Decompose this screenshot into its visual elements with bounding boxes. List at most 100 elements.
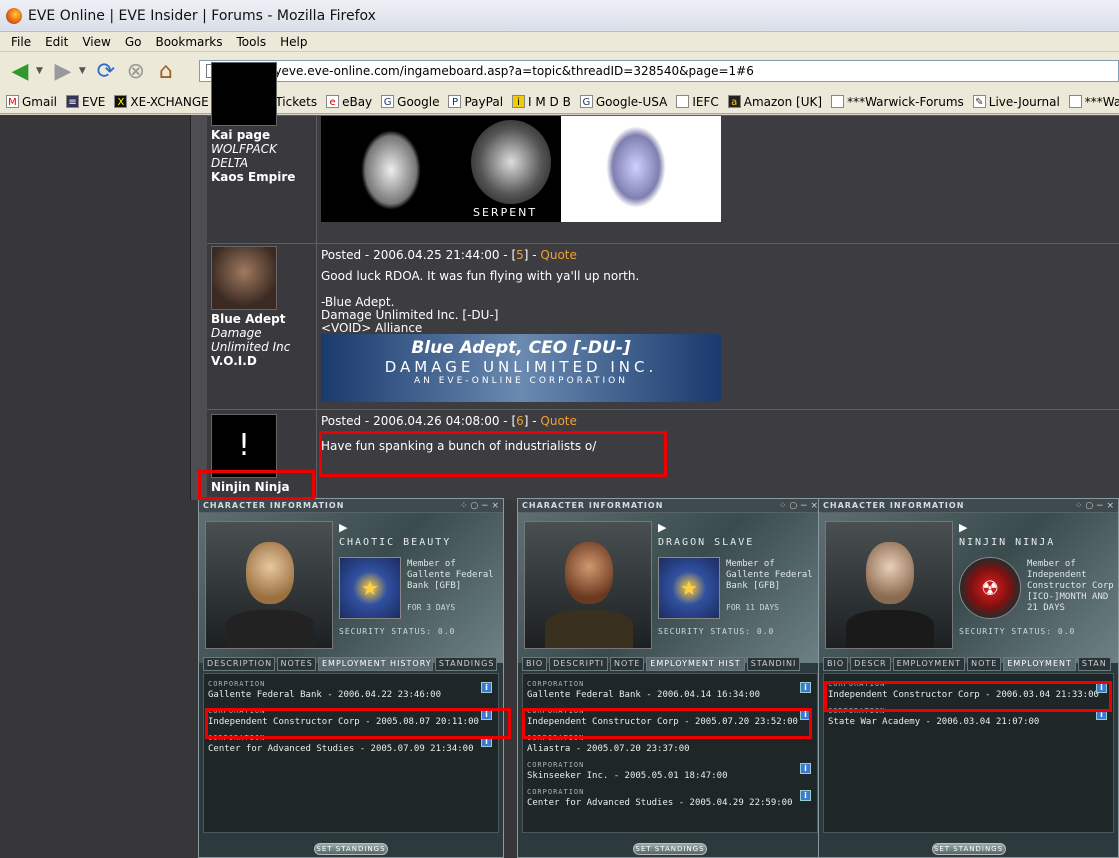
list-item[interactable]: CORPORATION Independent Constructor Corp …: [208, 707, 494, 733]
tab-employment-history[interactable]: EMPLOYMENT HISTORY: [317, 657, 433, 671]
tab-standings[interactable]: STAN: [1077, 657, 1111, 671]
post-corp[interactable]: WOLFPACK DELTA: [211, 142, 316, 170]
character-portrait[interactable]: [205, 521, 333, 649]
forward-dropdown-icon[interactable]: ▼: [79, 66, 86, 76]
menu-help[interactable]: Help: [280, 35, 307, 49]
window-controls[interactable]: ⁘ ○ − ×: [779, 501, 818, 511]
bookmark-eve[interactable]: ≡ EVE: [66, 95, 105, 109]
post-line: Good luck RDOA. It was fun flying with y…: [321, 269, 640, 283]
list-item[interactable]: CORPORATION State War Academy - 2006.03.0…: [828, 707, 1109, 733]
info-icon[interactable]: i: [481, 709, 492, 720]
set-standings-button[interactable]: SET STANDINGS: [633, 843, 707, 855]
menu-tools[interactable]: Tools: [237, 35, 267, 49]
menu-go[interactable]: Go: [125, 35, 142, 49]
menu-file[interactable]: File: [11, 35, 31, 49]
bookmark-warwick-forums[interactable]: ***Warwick-Forums: [831, 95, 964, 109]
list-item[interactable]: CORPORATION Center for Advanced Studies -…: [527, 788, 813, 814]
list-item[interactable]: CORPORATION Gallente Federal Bank - 2006.…: [208, 680, 494, 706]
info-icon[interactable]: i: [800, 682, 811, 693]
url-bar[interactable]: http://myeve.eve-online.com/ingameboard.…: [199, 60, 1119, 82]
list-item[interactable]: CORPORATION Independent Constructor Corp …: [527, 707, 813, 733]
signature-banner: SERPENT: [321, 116, 721, 222]
set-standings-button[interactable]: SET STANDINGS: [314, 843, 388, 855]
window-controls[interactable]: ⁘ ○ − ×: [460, 501, 499, 511]
info-icon[interactable]: i: [481, 736, 492, 747]
post-alliance[interactable]: Kaos Empire: [211, 170, 316, 184]
post-corp[interactable]: Damage Unlimited Inc: [211, 326, 316, 354]
gmail-icon: M: [6, 95, 19, 108]
post-number-link[interactable]: 6: [516, 414, 524, 428]
corp-logo-icon[interactable]: ★: [658, 557, 720, 619]
forum-post: ! Ninjin Ninja Posted - 2006.04.26 04:08…: [207, 409, 1119, 500]
character-name: NINJIN NINJA: [959, 537, 1056, 548]
reload-icon[interactable]: ⟳: [92, 57, 120, 85]
set-standings-button[interactable]: SET STANDINGS: [931, 843, 1006, 855]
post-number-link[interactable]: 5: [516, 248, 524, 262]
menu-bookmarks[interactable]: Bookmarks: [155, 35, 222, 49]
post-username[interactable]: Kai page: [211, 128, 316, 142]
corp-logo-icon[interactable]: ★: [339, 557, 401, 619]
list-item[interactable]: CORPORATION Center for Advanced Studies -…: [208, 734, 494, 760]
bookmark-ebay[interactable]: e eBay: [326, 95, 372, 109]
tab-notes[interactable]: NOTES: [276, 657, 316, 671]
bookmark-google-usa[interactable]: G Google-USA: [579, 95, 667, 109]
tab-employment[interactable]: EMPLOYMENT: [892, 657, 966, 671]
bookmark-xe[interactable]: X XE-XCHANGE: [114, 95, 209, 109]
window-controls[interactable]: ⁘ ○ − ×: [1075, 501, 1114, 511]
tab-employment-history[interactable]: EMPLOYMENT HIST: [646, 657, 745, 671]
info-icon[interactable]: i: [1096, 682, 1107, 693]
firefox-icon: [6, 7, 22, 24]
character-portrait[interactable]: [524, 521, 652, 649]
character-portrait[interactable]: [825, 521, 953, 649]
google-icon: G: [579, 95, 593, 108]
tab-description[interactable]: DESCRIPTI: [549, 657, 609, 671]
employment-history-list: CORPORATION Independent Constructor Corp …: [823, 673, 1114, 833]
list-item[interactable]: CORPORATION Gallente Federal Bank - 2006.…: [527, 680, 813, 706]
tab-standings[interactable]: STANDINGS: [434, 657, 497, 671]
play-arrow-icon[interactable]: ▶: [658, 521, 666, 534]
info-icon[interactable]: i: [481, 682, 492, 693]
info-icon[interactable]: i: [1096, 709, 1107, 720]
quote-link[interactable]: Quote: [540, 414, 576, 428]
list-item[interactable]: CORPORATION Aliastra - 2005.07.20 23:37:0…: [527, 734, 813, 760]
back-dropdown-icon[interactable]: ▼: [36, 66, 43, 76]
list-item[interactable]: CORPORATION Independent Constructor Corp …: [828, 680, 1109, 706]
avatar[interactable]: [211, 246, 277, 310]
home-icon[interactable]: ⌂: [152, 57, 180, 85]
avatar[interactable]: !: [211, 414, 277, 478]
info-icon[interactable]: i: [800, 763, 811, 774]
post-alliance[interactable]: V.O.I.D: [211, 354, 316, 368]
info-icon[interactable]: i: [800, 790, 811, 801]
post-username[interactable]: Blue Adept: [211, 312, 316, 326]
tab-notes[interactable]: NOTE: [610, 657, 645, 671]
play-arrow-icon[interactable]: ▶: [959, 521, 967, 534]
tab-description[interactable]: DESCR: [850, 657, 891, 671]
tab-description[interactable]: DESCRIPTION: [203, 657, 275, 671]
forward-arrow-icon[interactable]: ▶: [49, 57, 77, 85]
corp-logo-icon[interactable]: ☢: [959, 557, 1021, 619]
tab-bio[interactable]: BIO: [823, 657, 849, 671]
post-username[interactable]: Ninjin Ninja: [211, 480, 290, 494]
quote-link[interactable]: Quote: [540, 248, 576, 262]
bookmark-imdb[interactable]: iI M D B: [512, 95, 571, 109]
back-arrow-icon[interactable]: ◀: [6, 57, 34, 85]
stop-icon[interactable]: ⊗: [122, 57, 150, 85]
menu-edit[interactable]: Edit: [45, 35, 68, 49]
bookmark-amazon[interactable]: a Amazon [UK]: [727, 95, 822, 109]
menu-view[interactable]: View: [82, 35, 110, 49]
bookmark-warwick-library[interactable]: ***Warwick: Library: [1068, 95, 1119, 109]
dragon-graphic: [361, 130, 421, 210]
list-item[interactable]: CORPORATION Skinseeker Inc. - 2005.05.01 …: [527, 761, 813, 787]
bookmark-gmail[interactable]: M Gmail: [6, 95, 57, 109]
info-icon[interactable]: i: [800, 709, 811, 720]
tab-employment-history[interactable]: EMPLOYMENT: [1003, 657, 1076, 671]
bookmark-iefc[interactable]: IEFC: [676, 95, 719, 109]
play-arrow-icon[interactable]: ▶: [339, 521, 347, 534]
bookmark-paypal[interactable]: P PayPal: [448, 95, 503, 109]
tab-bio[interactable]: BIO: [522, 657, 548, 671]
bookmark-live-journal[interactable]: ✎ Live-Journal: [972, 95, 1060, 109]
bookmark-google[interactable]: G Google: [381, 95, 439, 109]
tab-notes[interactable]: NOTE: [967, 657, 1002, 671]
avatar[interactable]: [211, 62, 277, 126]
tab-standings[interactable]: STANDINI: [746, 657, 801, 671]
